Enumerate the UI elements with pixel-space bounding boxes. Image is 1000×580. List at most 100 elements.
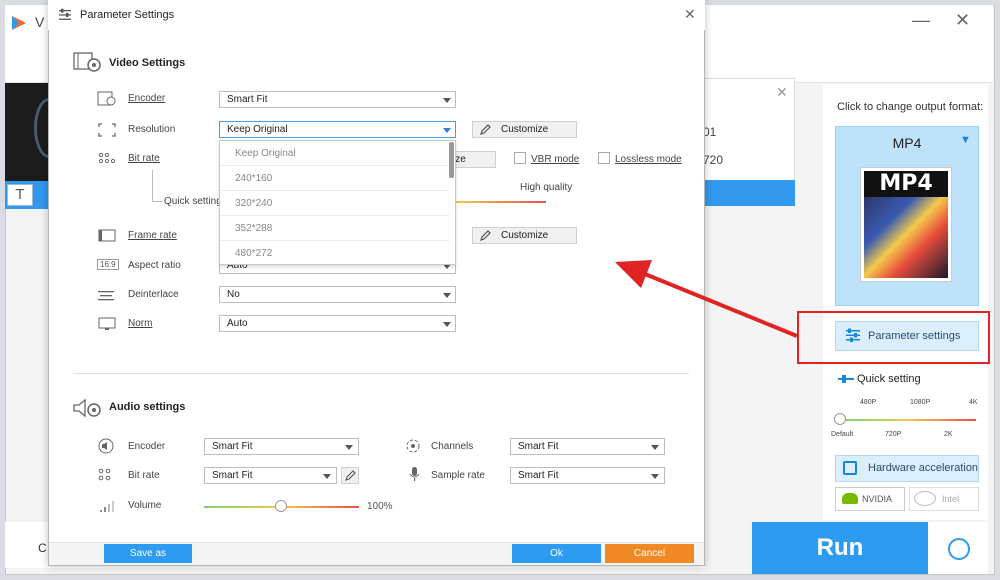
format-thumbnail-label: MP4 bbox=[864, 171, 948, 197]
encoder-icon bbox=[97, 91, 117, 107]
quick-tick-label: 4K bbox=[969, 399, 978, 406]
audio-bitrate-edit-button[interactable] bbox=[341, 467, 359, 484]
chevron-down-icon[interactable] bbox=[651, 445, 659, 450]
output-format-label: Click to change output format: bbox=[837, 101, 984, 113]
highlight-box bbox=[797, 311, 990, 364]
chevron-down-icon[interactable] bbox=[345, 445, 353, 450]
chevron-down-icon[interactable]: ▼ bbox=[960, 134, 971, 146]
preview-text-button[interactable]: T bbox=[7, 184, 33, 206]
lossless-mode-label[interactable]: Lossless mode bbox=[615, 154, 682, 165]
chevron-down-icon[interactable] bbox=[323, 474, 331, 479]
chevron-down-icon[interactable] bbox=[443, 293, 451, 298]
quick-tick-label: 720P bbox=[885, 431, 902, 438]
resolution-select[interactable]: Keep Original bbox=[219, 121, 456, 138]
quick-setting-slider-knob[interactable] bbox=[834, 413, 846, 425]
encoder-label[interactable]: Encoder bbox=[128, 93, 165, 104]
frame-rate-label[interactable]: Frame rate bbox=[128, 230, 177, 241]
intel-logo-icon bbox=[914, 491, 936, 506]
format-thumbnail[interactable]: MP4 bbox=[860, 167, 952, 282]
norm-select[interactable]: Auto bbox=[219, 315, 456, 332]
deinterlace-label: Deinterlace bbox=[128, 289, 179, 300]
app-title: V bbox=[35, 14, 45, 30]
deinterlace-select[interactable]: No bbox=[219, 286, 456, 303]
quick-tick-label: 2K bbox=[944, 431, 953, 438]
dropdown-option[interactable]: 352*288 bbox=[220, 216, 450, 241]
resolution-icon bbox=[97, 122, 117, 138]
audio-bitrate-select[interactable]: Smart Fit bbox=[204, 467, 337, 484]
audio-bitrate-label: Bit rate bbox=[128, 470, 160, 481]
volume-bars-icon bbox=[97, 498, 117, 514]
section-divider bbox=[74, 373, 689, 374]
resolution-label: Resolution bbox=[128, 124, 176, 135]
audio-encoder-label: Encoder bbox=[128, 441, 166, 452]
vbr-mode-checkbox[interactable] bbox=[514, 152, 526, 164]
minimize-icon[interactable]: — bbox=[912, 10, 930, 31]
high-quality-label: High quality bbox=[520, 182, 573, 193]
dropdown-option[interactable]: Keep Original bbox=[220, 141, 450, 166]
quick-tick-label: 480P bbox=[860, 399, 877, 406]
alarm-clock-icon[interactable] bbox=[948, 538, 970, 560]
aspect-ratio-label: Aspect ratio bbox=[128, 260, 181, 271]
run-button[interactable]: Run bbox=[752, 522, 928, 574]
file-info-value: 01 bbox=[703, 125, 717, 139]
channels-icon bbox=[405, 438, 425, 454]
deinterlace-icon bbox=[97, 288, 117, 304]
pencil-icon bbox=[479, 229, 492, 242]
volume-slider-knob[interactable] bbox=[275, 500, 287, 512]
ok-button[interactable]: Ok bbox=[512, 544, 601, 563]
nvidia-label[interactable]: NVIDIA bbox=[862, 494, 892, 504]
close-icon[interactable]: ✕ bbox=[684, 6, 696, 23]
save-as-button[interactable]: Save as bbox=[104, 544, 192, 563]
vbr-mode-label[interactable]: VBR mode bbox=[531, 154, 579, 165]
chevron-down-icon[interactable] bbox=[443, 98, 451, 103]
tree-connector bbox=[152, 170, 153, 201]
video-settings-heading: Video Settings bbox=[109, 57, 186, 69]
sample-rate-label: Sample rate bbox=[431, 470, 485, 481]
dropdown-option[interactable]: 240*160 bbox=[220, 166, 450, 191]
channels-select[interactable]: Smart Fit bbox=[510, 438, 665, 455]
norm-icon bbox=[97, 316, 117, 332]
volume-value: 100% bbox=[367, 501, 393, 512]
channels-label: Channels bbox=[431, 441, 474, 452]
pencil-icon bbox=[479, 123, 492, 136]
tree-connector bbox=[152, 201, 162, 202]
output-format-name[interactable]: MP4 bbox=[835, 135, 979, 151]
video-quick-setting-label: Quick setting bbox=[164, 196, 222, 207]
microphone-icon bbox=[405, 466, 425, 482]
norm-label[interactable]: Norm bbox=[128, 318, 152, 329]
cancel-button[interactable]: Cancel bbox=[605, 544, 694, 563]
volume-label: Volume bbox=[128, 500, 162, 511]
hardware-acceleration-label[interactable]: Hardware acceleration bbox=[868, 462, 978, 474]
audio-bitrate-icon bbox=[97, 467, 117, 483]
dropdown-option[interactable]: 480*272 bbox=[220, 241, 450, 264]
video-quality-slider-track[interactable] bbox=[456, 201, 546, 203]
frame-rate-icon bbox=[97, 228, 117, 244]
file-card-close-icon[interactable]: ✕ bbox=[776, 84, 788, 101]
app-logo-icon bbox=[10, 14, 28, 32]
lossless-mode-checkbox[interactable] bbox=[598, 152, 610, 164]
aspect-ratio-icon: 16:9 bbox=[97, 259, 119, 270]
audio-settings-heading: Audio settings bbox=[109, 401, 186, 413]
chevron-down-icon[interactable] bbox=[443, 128, 451, 133]
file-info-value: 720 bbox=[703, 153, 724, 167]
bitrate-label[interactable]: Bit rate bbox=[128, 153, 160, 164]
intel-label[interactable]: Intel bbox=[942, 494, 959, 504]
chevron-down-icon[interactable] bbox=[443, 322, 451, 327]
chevron-down-icon[interactable] bbox=[651, 474, 659, 479]
quick-tick-label: 1080P bbox=[910, 399, 931, 406]
resolution-dropdown-list: Keep Original 240*160 320*240 352*288 48… bbox=[219, 140, 456, 265]
close-icon[interactable]: ✕ bbox=[955, 10, 970, 31]
dropdown-scrollbar[interactable] bbox=[449, 142, 454, 178]
encoder-select[interactable]: Smart Fit bbox=[219, 91, 456, 108]
nvidia-logo-icon bbox=[842, 493, 858, 504]
audio-encoder-select[interactable]: Smart Fit bbox=[204, 438, 359, 455]
sliders-icon bbox=[58, 8, 72, 22]
sample-rate-select[interactable]: Smart Fit bbox=[510, 467, 665, 484]
quick-setting-label: Quick setting bbox=[857, 373, 921, 385]
speaker-icon bbox=[97, 438, 117, 454]
dropdown-option[interactable]: 320*240 bbox=[220, 191, 450, 216]
quick-setting-slider-track[interactable] bbox=[840, 419, 976, 421]
dialog-title: Parameter Settings bbox=[80, 9, 175, 21]
chip-icon bbox=[843, 461, 857, 475]
video-settings-icon bbox=[72, 50, 102, 74]
